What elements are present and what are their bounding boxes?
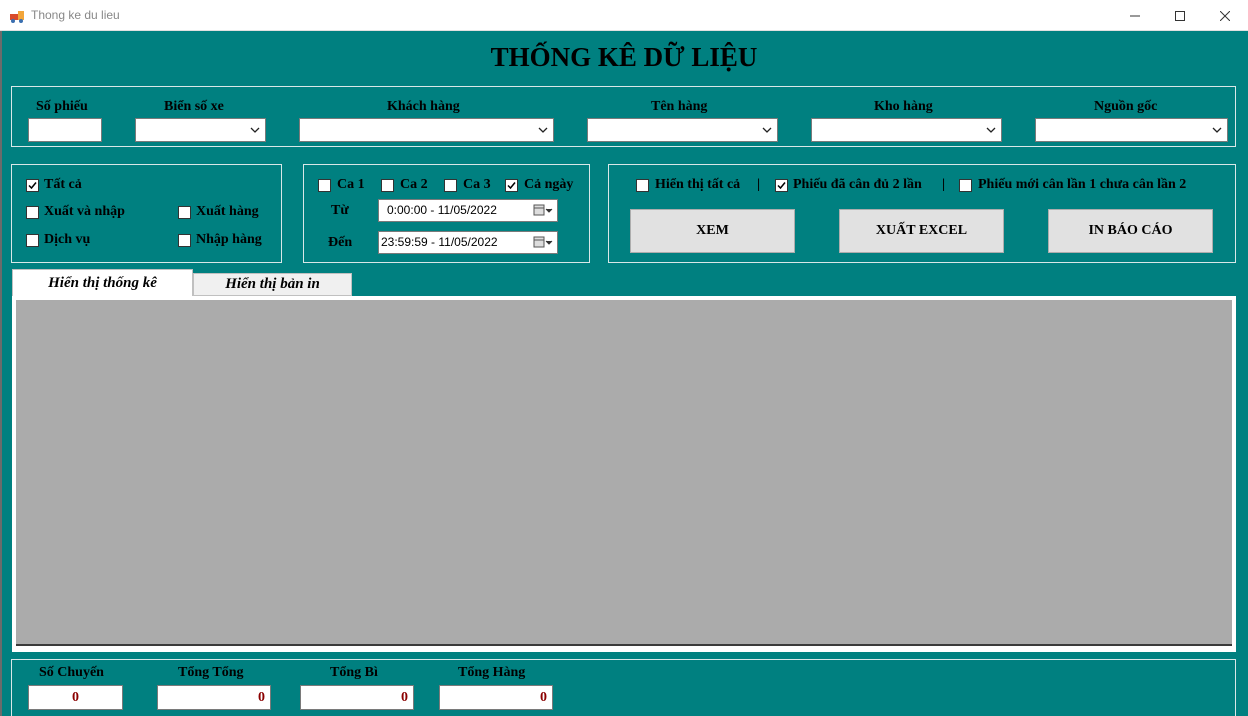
nhap-hang-label: Nhập hàng [196,232,262,247]
minimize-button[interactable] [1112,0,1158,31]
so-phieu-label: Số phiếu [36,99,88,114]
tat-ca-checkbox[interactable] [26,179,39,192]
checkmark-icon [777,182,786,190]
xem-button[interactable]: XEM [630,209,795,253]
xuat-hang-label: Xuất hàng [196,204,259,219]
checkmark-icon [28,182,37,190]
xuat-va-nhap-checkbox[interactable] [26,206,39,219]
tu-datetime-value: 0:00:00 - 11/05/2022 [387,203,497,217]
title-bar: Thong ke du lieu [0,0,1248,31]
tong-hang-value: 0 [540,690,547,705]
ca1-checkbox[interactable] [318,179,331,192]
maximize-button[interactable] [1157,0,1203,31]
tong-hang-value-box: 0 [439,685,553,710]
nguon-goc-label: Nguồn gốc [1094,99,1158,114]
calendar-dropdown-icon [533,204,553,216]
ca3-checkbox[interactable] [444,179,457,192]
xuat-hang-checkbox[interactable] [178,206,191,219]
shift-group: Ca 1 Ca 2 Ca 3 Cả ngày Từ 0:00:00 - 11/0… [303,164,590,263]
tong-bi-value-box: 0 [300,685,414,710]
summary-group: Số Chuyến 0 Tổng Tổng 0 Tổng Bì 0 Tổng H… [11,659,1236,716]
phieu-da-can-label: Phiếu đã cân đủ 2 lần [793,177,922,192]
close-button[interactable] [1202,0,1248,31]
so-phieu-input[interactable] [28,118,102,142]
main-window: Thong ke du lieu THỐNG KÊ DỮ LIỆU Số phi… [0,0,1248,716]
dich-vu-label: Dịch vụ [44,232,91,247]
in-bao-cao-button[interactable]: IN BÁO CÁO [1048,209,1213,253]
bien-so-xe-label: Biển số xe [164,99,224,114]
data-grid[interactable] [16,300,1232,646]
so-chuyen-value-box: 0 [28,685,123,710]
nhap-hang-checkbox[interactable] [178,234,191,247]
xuat-va-nhap-label: Xuất và nhập [44,204,125,219]
phieu-moi-can-label: Phiếu mới cân lần 1 chưa cân lần 2 [978,177,1187,192]
ten-hang-select[interactable] [587,118,778,142]
ca2-label: Ca 2 [400,177,428,192]
tab-hien-thi-thong-ke[interactable]: Hiển thị thống kê [12,269,193,297]
close-icon [1220,10,1230,21]
ca3-label: Ca 3 [463,177,491,192]
khach-hang-select[interactable] [299,118,554,142]
den-datetime-value: 23:59:59 - 11/05/2022 [381,235,498,249]
chevron-down-icon [986,127,996,133]
bien-so-xe-select[interactable] [135,118,266,142]
tab-content-panel [12,296,1236,652]
chevron-down-icon [1212,127,1222,133]
tong-tong-label: Tổng Tổng [178,665,244,680]
minimize-icon [1130,15,1140,16]
phieu-da-can-checkbox[interactable] [775,179,788,192]
xuat-excel-button[interactable]: XUẤT EXCEL [839,209,1004,253]
checkmark-icon [507,182,516,190]
type-group: Tất cả Xuất và nhập Xuất hàng Dịch vụ Nh… [11,164,282,263]
dich-vu-checkbox[interactable] [26,234,39,247]
app-icon [10,11,24,23]
separator: | [942,177,946,192]
ca2-checkbox[interactable] [381,179,394,192]
tu-label: Từ [331,203,349,218]
ca-ngay-label: Cả ngày [524,177,574,192]
ca-ngay-checkbox[interactable] [505,179,518,192]
den-datetime-picker[interactable]: 23:59:59 - 11/05/2022 [378,231,558,254]
window-title: Thong ke du lieu [31,8,120,22]
khach-hang-label: Khách hàng [387,99,460,114]
chevron-down-icon [538,127,548,133]
ten-hang-label: Tên hàng [651,99,708,114]
phieu-moi-can-checkbox[interactable] [959,179,972,192]
kho-hang-label: Kho hàng [874,99,933,114]
kho-hang-select[interactable] [811,118,1002,142]
action-group: Hiển thị tất cả | Phiếu đã cân đủ 2 lần … [608,164,1236,263]
hien-thi-tat-ca-checkbox[interactable] [636,179,649,192]
filter-group: Số phiếu Biển số xe Khách hàng Tên hàng … [11,86,1236,147]
so-chuyen-value: 0 [72,690,79,705]
chevron-down-icon [250,127,260,133]
hien-thi-tat-ca-label: Hiển thị tất cả [655,177,741,192]
ca1-label: Ca 1 [337,177,365,192]
tu-datetime-picker[interactable]: 0:00:00 - 11/05/2022 [378,199,558,222]
chevron-down-icon [762,127,772,133]
so-chuyen-label: Số Chuyến [39,665,104,680]
tat-ca-label: Tất cả [44,177,82,192]
separator: | [757,177,761,192]
calendar-dropdown-icon [533,236,553,248]
tong-bi-value: 0 [401,690,408,705]
page-title: THỐNG KÊ DỮ LIỆU [490,42,758,72]
tab-hien-thi-ban-in[interactable]: Hiển thị bản in [193,273,352,296]
tong-bi-label: Tổng Bì [330,665,378,680]
tong-tong-value-box: 0 [157,685,271,710]
nguon-goc-select[interactable] [1035,118,1228,142]
window-left-edge [0,31,2,716]
tong-tong-value: 0 [258,690,265,705]
den-label: Đến [328,235,353,250]
tong-hang-label: Tổng Hàng [458,665,526,680]
maximize-icon [1175,10,1185,21]
